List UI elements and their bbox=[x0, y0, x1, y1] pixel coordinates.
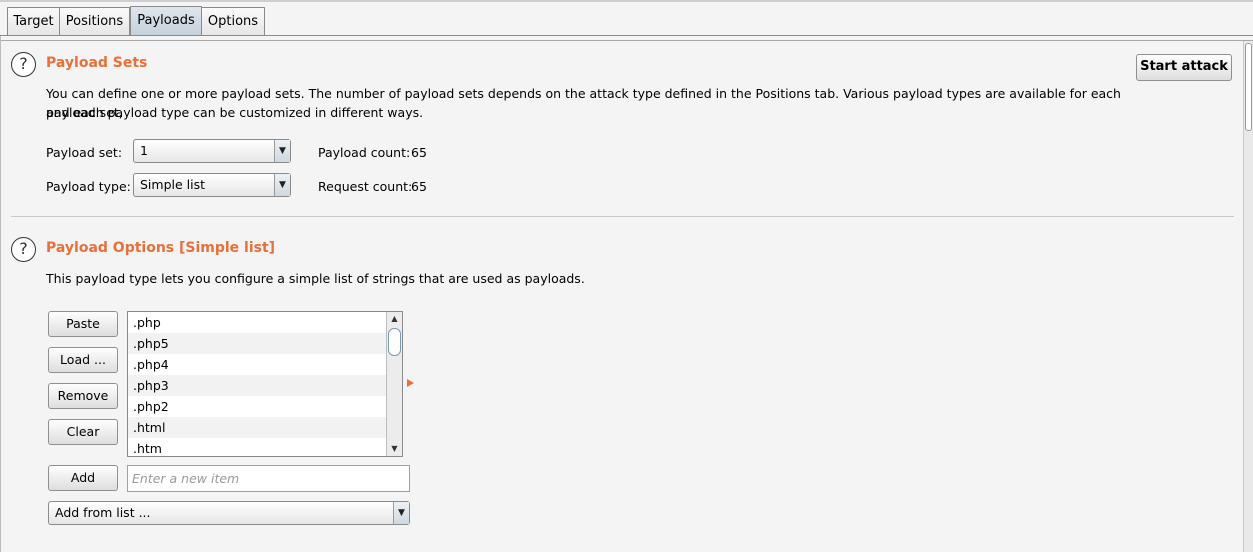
start-attack-button[interactable]: Start attack bbox=[1136, 54, 1232, 81]
list-scrollbar[interactable]: ▲ ▼ bbox=[386, 312, 402, 456]
payload-type-select[interactable]: Simple list ▼ bbox=[133, 173, 291, 197]
page-scrollbar[interactable] bbox=[1243, 41, 1253, 552]
tab-underline bbox=[0, 35, 1253, 36]
list-item[interactable]: .htm bbox=[128, 438, 387, 456]
add-button[interactable]: Add bbox=[48, 465, 118, 491]
payload-count-value: 65 bbox=[411, 145, 427, 160]
payload-options-title: Payload Options [Simple list] bbox=[46, 240, 276, 256]
payload-count-label: Payload count: bbox=[318, 145, 411, 160]
help-icon[interactable]: ? bbox=[11, 237, 36, 262]
expand-arrow-icon[interactable] bbox=[407, 379, 414, 387]
tab-options[interactable]: Options bbox=[201, 7, 265, 35]
payload-type-label: Payload type: bbox=[46, 179, 131, 194]
request-count-value: 65 bbox=[411, 179, 427, 194]
scroll-down-icon[interactable]: ▼ bbox=[387, 442, 402, 456]
tab-bar: Target Positions Payloads Options bbox=[0, 0, 1253, 36]
payload-set-label: Payload set: bbox=[46, 145, 123, 160]
payload-list[interactable]: .php .php5 .php4 .php3 .php2 .html .htm … bbox=[127, 311, 403, 457]
payload-options-description: This payload type lets you configure a s… bbox=[46, 271, 585, 286]
scroll-up-icon[interactable]: ▲ bbox=[387, 312, 402, 326]
section-divider bbox=[11, 216, 1234, 217]
top-border bbox=[0, 0, 1253, 2]
chevron-down-icon: ▼ bbox=[274, 140, 290, 162]
add-from-list-value: Add from list ... bbox=[55, 505, 151, 520]
list-item[interactable]: .php4 bbox=[128, 354, 387, 375]
list-item[interactable]: .php2 bbox=[128, 396, 387, 417]
content-top-border bbox=[0, 40, 1253, 41]
add-from-list-select[interactable]: Add from list ... ▼ bbox=[48, 501, 410, 525]
tab-target[interactable]: Target bbox=[7, 7, 60, 35]
remove-button[interactable]: Remove bbox=[48, 383, 118, 409]
payload-type-value: Simple list bbox=[140, 177, 206, 192]
clear-button[interactable]: Clear bbox=[48, 419, 118, 445]
help-icon[interactable]: ? bbox=[11, 52, 36, 77]
list-item[interactable]: .php5 bbox=[128, 333, 387, 354]
new-item-input[interactable]: Enter a new item bbox=[127, 465, 410, 492]
list-scrollbar-thumb[interactable] bbox=[388, 328, 401, 356]
paste-button[interactable]: Paste bbox=[48, 311, 118, 337]
load-button[interactable]: Load ... bbox=[48, 347, 118, 373]
chevron-down-icon: ▼ bbox=[393, 502, 409, 524]
list-item[interactable]: .html bbox=[128, 417, 387, 438]
list-item[interactable]: .php3 bbox=[128, 375, 387, 396]
payload-set-value: 1 bbox=[140, 143, 148, 158]
payload-sets-title: Payload Sets bbox=[46, 55, 148, 71]
left-border bbox=[0, 36, 1, 552]
page-scrollbar-thumb[interactable] bbox=[1245, 43, 1252, 131]
chevron-down-icon: ▼ bbox=[274, 174, 290, 196]
payload-set-select[interactable]: 1 ▼ bbox=[133, 139, 291, 163]
payload-sets-description-line2: and each payload type can be customized … bbox=[46, 105, 424, 120]
list-item[interactable]: .php bbox=[128, 312, 387, 333]
tab-positions[interactable]: Positions bbox=[59, 7, 130, 35]
request-count-label: Request count: bbox=[318, 179, 413, 194]
tab-payloads[interactable]: Payloads bbox=[130, 6, 202, 36]
